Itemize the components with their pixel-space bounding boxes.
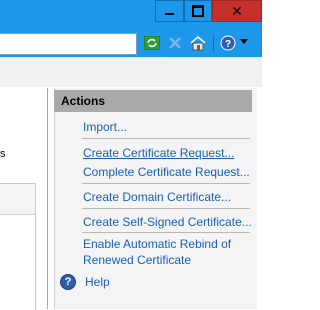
address-bar[interactable]	[0, 33, 137, 55]
action-create-self-signed-certificate[interactable]: Create Self-Signed Certificate...	[83, 215, 252, 229]
toolbar-help-button[interactable]: ?	[219, 34, 237, 52]
divider	[82, 232, 250, 233]
toolbar-separator	[213, 35, 214, 52]
minimize-icon	[165, 13, 174, 15]
help-label[interactable]: Help	[85, 275, 110, 289]
help-icon: ?	[220, 35, 236, 51]
svg-text:?: ?	[225, 39, 231, 50]
close-button[interactable]: ✕	[212, 0, 262, 22]
minimize-button[interactable]	[155, 0, 184, 22]
action-enable-automatic-rebind[interactable]: Enable Automatic Rebind of Renewed Certi…	[83, 236, 253, 268]
refresh-button[interactable]	[143, 34, 161, 52]
action-create-domain-certificate[interactable]: Create Domain Certificate...	[83, 190, 231, 204]
stop-icon	[169, 37, 181, 49]
stop-button[interactable]	[166, 34, 184, 52]
divider	[82, 208, 250, 209]
menu-bar	[0, 57, 262, 88]
action-import[interactable]: Import...	[83, 120, 127, 134]
left-pane-box	[0, 183, 36, 310]
action-create-certificate-request[interactable]: Create Certificate Request...	[83, 146, 234, 160]
divider	[82, 183, 250, 184]
divider	[82, 138, 250, 139]
maximize-icon	[192, 5, 204, 17]
help-icon: ?	[60, 274, 76, 290]
left-pane-text: s	[0, 148, 6, 160]
help-action[interactable]: ? Help	[60, 274, 110, 290]
chevron-down-icon[interactable]	[240, 39, 248, 44]
home-icon	[190, 36, 206, 51]
maximize-button[interactable]	[184, 0, 212, 22]
action-complete-certificate-request[interactable]: Complete Certificate Request...	[83, 165, 250, 179]
actions-header: Actions	[54, 90, 252, 112]
home-button[interactable]	[189, 34, 207, 52]
close-icon: ✕	[231, 3, 243, 19]
refresh-icon	[144, 36, 160, 50]
